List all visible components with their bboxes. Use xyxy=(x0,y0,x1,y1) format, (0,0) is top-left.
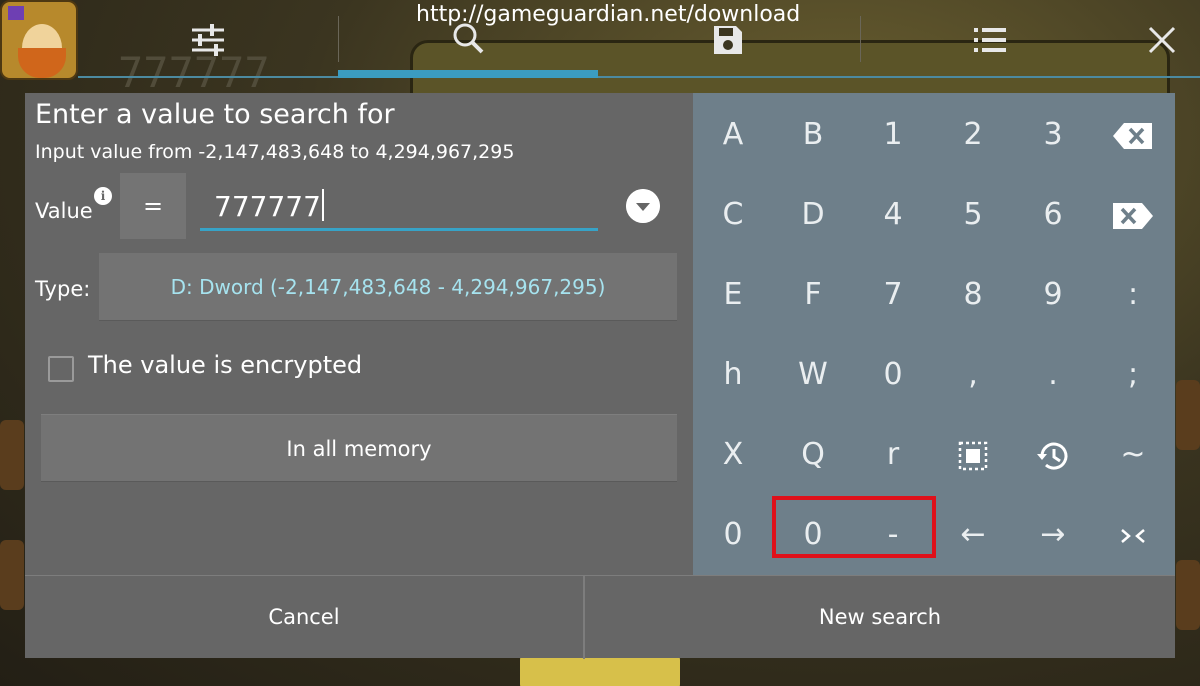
key-colon[interactable]: : xyxy=(1093,255,1173,335)
dialog-title: Enter a value to search for xyxy=(35,99,395,130)
cancel-button[interactable]: Cancel xyxy=(25,576,583,659)
barrel-decoration xyxy=(1176,560,1200,630)
barrel-decoration xyxy=(0,420,24,490)
clear-key[interactable] xyxy=(1093,175,1173,255)
select-all-icon xyxy=(958,441,988,470)
value-label: Value xyxy=(35,199,93,223)
key-Q[interactable]: Q xyxy=(773,415,853,495)
collapse-icon xyxy=(1121,528,1145,543)
key-semicolon[interactable]: ; xyxy=(1093,335,1173,415)
key-8[interactable]: 8 xyxy=(933,255,1013,335)
key-B[interactable]: B xyxy=(773,95,853,175)
search-icon[interactable] xyxy=(450,22,490,58)
collapse-key[interactable] xyxy=(1093,495,1173,575)
search-value-dialog: Enter a value to search for Input value … xyxy=(25,93,1175,659)
key-E[interactable]: E xyxy=(693,255,773,335)
barrel-decoration xyxy=(0,540,24,610)
key-D[interactable]: D xyxy=(773,175,853,255)
clear-icon xyxy=(1113,202,1153,229)
new-search-button[interactable]: New search xyxy=(585,576,1175,659)
app-icon[interactable] xyxy=(0,0,78,80)
key-comma[interactable]: , xyxy=(933,335,1013,415)
key-0-alt[interactable]: 0 xyxy=(693,495,773,575)
key-C[interactable]: C xyxy=(693,175,773,255)
value-input[interactable]: 777777 xyxy=(200,181,598,231)
active-tab-indicator xyxy=(338,70,598,78)
right-arrow-key[interactable]: → xyxy=(1013,495,1093,575)
key-7[interactable]: 7 xyxy=(853,255,933,335)
type-select[interactable]: D: Dword (-2,147,483,648 - 4,294,967,295… xyxy=(99,253,677,321)
key-4[interactable]: 4 xyxy=(853,175,933,255)
key-3[interactable]: 3 xyxy=(1013,95,1093,175)
key-6[interactable]: 6 xyxy=(1013,175,1093,255)
backspace-key[interactable] xyxy=(1093,95,1173,175)
dialog-subtitle: Input value from -2,147,483,648 to 4,294… xyxy=(35,141,515,163)
close-icon[interactable] xyxy=(1142,22,1182,58)
key-X[interactable]: X xyxy=(693,415,773,495)
value-input-text: 777777 xyxy=(214,190,321,223)
encrypted-checkbox[interactable] xyxy=(48,356,74,382)
history-key[interactable] xyxy=(1013,415,1093,495)
type-label: Type: xyxy=(35,277,91,301)
key-A[interactable]: A xyxy=(693,95,773,175)
left-arrow-key[interactable]: ← xyxy=(933,495,1013,575)
key-2[interactable]: 2 xyxy=(933,95,1013,175)
new-search-highlight xyxy=(772,496,936,558)
save-icon[interactable] xyxy=(708,22,748,58)
select-all-key[interactable] xyxy=(933,415,1013,495)
barrel-decoration xyxy=(1176,380,1200,450)
list-icon[interactable] xyxy=(970,22,1010,58)
gg-badge-icon xyxy=(8,6,24,20)
dialog-button-bar: Cancel New search xyxy=(25,575,1175,659)
backspace-icon xyxy=(1113,122,1152,149)
search-form: Enter a value to search for Input value … xyxy=(25,93,693,575)
download-url: http://gameguardian.net/download xyxy=(416,2,801,27)
key-5[interactable]: 5 xyxy=(933,175,1013,255)
key-9[interactable]: 9 xyxy=(1013,255,1093,335)
toolbar-separator xyxy=(338,16,339,62)
key-h[interactable]: h xyxy=(693,335,773,415)
toolbar-separator xyxy=(860,16,861,62)
history-icon xyxy=(1037,442,1068,470)
key-period[interactable]: . xyxy=(1013,335,1093,415)
tab-underline xyxy=(78,76,1200,78)
key-0[interactable]: 0 xyxy=(853,335,933,415)
memory-range-button[interactable]: In all memory xyxy=(41,414,677,482)
key-F[interactable]: F xyxy=(773,255,853,335)
history-dropdown-icon[interactable] xyxy=(626,189,660,223)
avatar-beard xyxy=(18,48,66,78)
key-W[interactable]: W xyxy=(773,335,853,415)
top-toolbar: http://gameguardian.net/download xyxy=(0,0,1200,80)
key-1[interactable]: 1 xyxy=(853,95,933,175)
encrypted-label[interactable]: The value is encrypted xyxy=(88,351,362,379)
operator-button[interactable]: = xyxy=(120,173,186,239)
text-caret xyxy=(321,189,324,221)
key-r[interactable]: r xyxy=(853,415,933,495)
sliders-icon[interactable] xyxy=(188,22,228,58)
key-tilde[interactable]: ~ xyxy=(1093,415,1173,495)
info-icon[interactable]: i xyxy=(94,187,112,205)
